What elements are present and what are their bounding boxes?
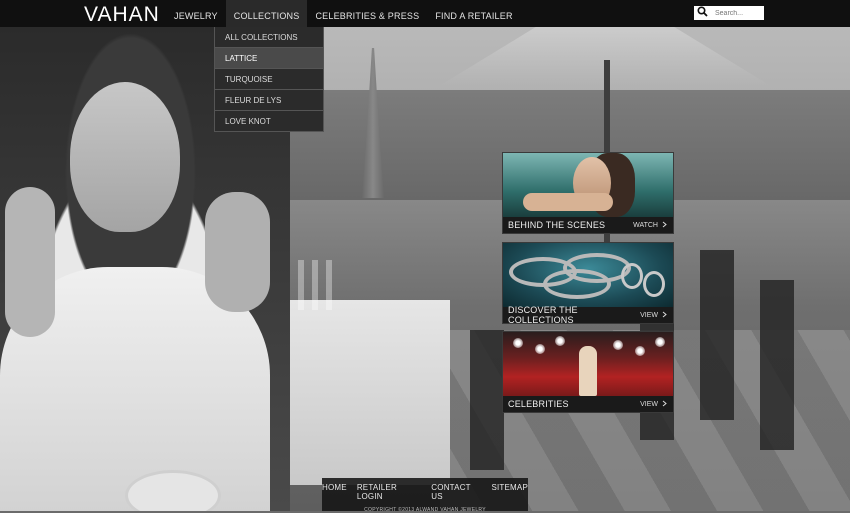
chair (760, 280, 794, 450)
camera-flash (555, 336, 565, 346)
view-link[interactable]: VIEW (640, 311, 673, 320)
model-hand-left (5, 187, 55, 337)
chevron-right-icon (662, 311, 667, 320)
nav-item-celebrities-press[interactable]: CELEBRITIES & PRESS (307, 0, 427, 27)
view-link[interactable]: VIEW (640, 400, 673, 409)
copyright-text: COPYRIGHT ©2013 ALWAND VAHAN JEWELRY (364, 507, 486, 513)
top-navigation-bar: VAHAN JEWELRY COLLECTIONS CELEBRITIES & … (0, 0, 850, 27)
ring (643, 271, 665, 297)
camera-flash (655, 337, 665, 347)
search-box[interactable] (694, 6, 764, 20)
behind-the-scenes-image (503, 153, 673, 217)
chevron-right-icon (662, 400, 667, 409)
main-nav: JEWELRY COLLECTIONS CELEBRITIES & PRESS … (166, 0, 521, 27)
promo-card-bar: BEHIND THE SCENES WATCH (503, 217, 673, 233)
watch-link[interactable]: WATCH (633, 221, 673, 230)
footer-link-contact-us[interactable]: CONTACT US (431, 483, 481, 501)
chair (700, 250, 734, 420)
model-hand-right (205, 192, 270, 312)
camera-flash (635, 346, 645, 356)
promo-card-bar: CELEBRITIES VIEW (503, 396, 673, 412)
collections-image (503, 243, 673, 307)
nav-item-jewelry[interactable]: JEWELRY (166, 0, 226, 27)
footer-link-home[interactable]: HOME (322, 483, 347, 501)
promo-action-label: WATCH (633, 221, 658, 229)
brand-logo[interactable]: VAHAN (84, 3, 160, 27)
model-face (70, 82, 180, 232)
menu-item-love-knot[interactable]: LOVE KNOT (215, 111, 323, 131)
promo-card-discover-collections[interactable]: DISCOVER THE COLLECTIONS VIEW (502, 242, 674, 324)
promo-card-celebrities[interactable]: CELEBRITIES VIEW (502, 331, 674, 413)
menu-item-lattice[interactable]: LATTICE (215, 48, 323, 69)
ring (621, 263, 643, 289)
nav-item-find-a-retailer[interactable]: FIND A RETAILER (427, 0, 520, 27)
menu-item-turquoise[interactable]: TURQUOISE (215, 69, 323, 90)
promo-action-label: VIEW (640, 400, 658, 408)
promo-card-title: DISCOVER THE COLLECTIONS (508, 305, 578, 324)
celebrity-figure (579, 346, 597, 396)
promo-card-title: BEHIND THE SCENES (508, 220, 606, 230)
menu-item-fleur-de-lys[interactable]: FLEUR DE LYS (215, 90, 323, 111)
footer-links: HOME RETAILER LOGIN CONTACT US SITEMAP (322, 483, 528, 501)
celebrities-image (503, 332, 673, 396)
nav-item-collections[interactable]: COLLECTIONS (225, 0, 308, 27)
chair (470, 330, 504, 470)
footer-link-sitemap[interactable]: SITEMAP (491, 483, 528, 501)
search-icon (694, 4, 708, 22)
footer-link-retailer-login[interactable]: RETAILER LOGIN (357, 483, 421, 501)
camera-flash (513, 338, 523, 348)
collections-dropdown-menu: ALL COLLECTIONS LATTICE TURQUOISE FLEUR … (214, 27, 324, 132)
promo-action-label: VIEW (640, 311, 658, 319)
model-arm (523, 193, 613, 211)
promo-card-title: CELEBRITIES (508, 399, 569, 409)
camera-flash (535, 344, 545, 354)
menu-item-all-collections[interactable]: ALL COLLECTIONS (215, 27, 323, 48)
promo-card-bar: DISCOVER THE COLLECTIONS VIEW (503, 305, 673, 324)
promo-card-behind-the-scenes[interactable]: BEHIND THE SCENES WATCH (502, 152, 674, 234)
background-photo (0, 0, 850, 511)
footer: HOME RETAILER LOGIN CONTACT US SITEMAP C… (322, 478, 528, 513)
search-input[interactable] (708, 7, 763, 19)
camera-flash (613, 340, 623, 350)
chevron-right-icon (662, 221, 667, 230)
